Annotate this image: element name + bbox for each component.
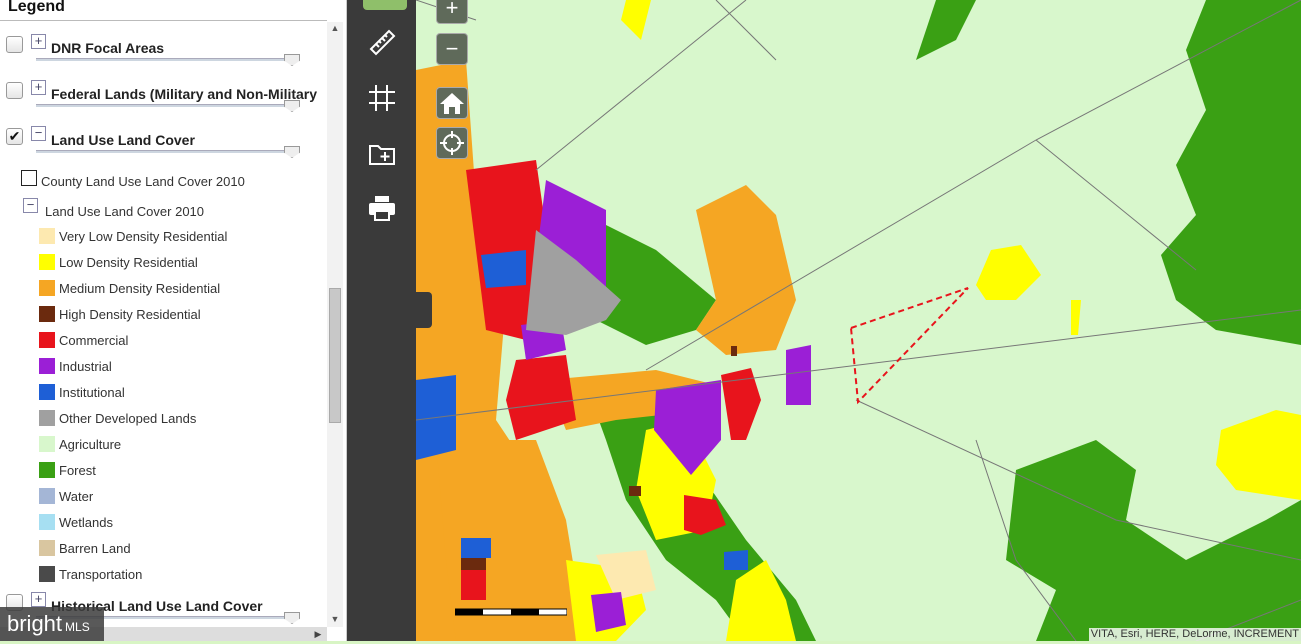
legend-class-label: Commercial (59, 333, 129, 348)
expand-icon[interactable]: + (31, 592, 46, 607)
expand-icon[interactable]: + (31, 80, 46, 95)
legend-class-label: Very Low Density Residential (59, 229, 228, 244)
legend-swatch (39, 410, 55, 426)
ruler-icon[interactable] (367, 27, 397, 57)
legend-swatch (39, 514, 55, 530)
county-lulc-swatch (21, 170, 37, 186)
legend-class-label: Institutional (59, 385, 125, 400)
legend-swatch (39, 228, 55, 244)
opacity-slider-thumb[interactable] (284, 146, 300, 158)
layer-checkbox[interactable] (6, 82, 23, 99)
legend-class-label: Agriculture (59, 437, 122, 452)
legend-swatch (39, 332, 55, 348)
zoom-in-button[interactable]: + (436, 0, 468, 24)
scroll-right-arrow-icon[interactable]: ▶ (312, 628, 324, 640)
legend-class-label: Barren Land (59, 541, 131, 556)
legend-class-label: Medium Density Residential (59, 281, 221, 296)
collapse-icon[interactable]: − (23, 198, 38, 213)
scroll-down-arrow-icon[interactable]: ▼ (329, 613, 341, 625)
layer-label: DNR Focal Areas (51, 40, 165, 56)
legend-swatch (39, 540, 55, 556)
legend-panel: Legend + DNR Focal Areas + Federal Lands… (0, 0, 347, 641)
layer-dnr-focal-areas: + DNR Focal Areas (0, 34, 327, 66)
collapse-icon[interactable]: − (31, 126, 46, 141)
expand-icon[interactable]: + (31, 34, 46, 49)
legend-title: Legend (8, 0, 65, 15)
locate-button[interactable] (436, 127, 468, 159)
scale-bar (454, 604, 568, 616)
legend-header-divider (0, 20, 327, 21)
legend-swatch (39, 384, 55, 400)
sublayer-county-lulc[interactable]: County Land Use Land Cover 2010 (41, 174, 245, 189)
folder-add-icon[interactable] (367, 138, 397, 168)
locate-icon (440, 131, 464, 155)
active-tool-button[interactable] (363, 0, 407, 10)
home-button[interactable] (436, 87, 468, 119)
legend-swatch (39, 436, 55, 452)
layer-federal-lands: + Federal Lands (Military and Non-Milita… (0, 80, 327, 112)
legend-class-label: Other Developed Lands (59, 411, 197, 426)
legend-swatch (39, 566, 55, 582)
grid-icon[interactable] (367, 83, 397, 113)
scroll-up-arrow-icon[interactable]: ▲ (329, 22, 341, 34)
layer-checkbox[interactable] (6, 36, 23, 53)
land-use-map (416, 0, 1301, 641)
opacity-slider[interactable] (36, 150, 300, 153)
layer-land-use-land-cover: ✔ − Land Use Land Cover (0, 126, 327, 158)
opacity-slider-thumb[interactable] (284, 100, 300, 112)
legend-class-label: Low Density Residential (59, 255, 198, 270)
legend-class-label: Industrial (59, 359, 112, 374)
opacity-slider-thumb[interactable] (284, 54, 300, 66)
legend-swatch (39, 280, 55, 296)
zoom-out-button[interactable]: − (436, 33, 468, 65)
legend-class-label: Forest (59, 463, 96, 478)
legend-class-label: High Density Residential (59, 307, 201, 322)
opacity-slider[interactable] (36, 104, 300, 107)
opacity-slider-thumb[interactable] (284, 612, 300, 624)
legend-swatch (39, 462, 55, 478)
legend-swatch (39, 306, 55, 322)
legend-class-label: Wetlands (59, 515, 113, 530)
home-icon (440, 93, 464, 114)
legend-class-label: Transportation (59, 567, 143, 582)
map-attribution[interactable]: VITA, Esri, HERE, DeLorme, INCREMENT (1088, 628, 1301, 641)
scrollbar-thumb[interactable] (329, 288, 341, 423)
legend-swatch (39, 488, 55, 504)
layer-label: Land Use Land Cover (51, 132, 195, 148)
sublayer-lulc-2010[interactable]: Land Use Land Cover 2010 (45, 204, 204, 219)
brand-logo: bright MLS (0, 607, 104, 641)
legend-swatch (39, 254, 55, 270)
map-canvas[interactable]: + − VITA, Esri, HERE, DeLorme, INCREMENT (416, 0, 1301, 641)
brand-suffix: MLS (65, 620, 90, 634)
legend-class-label: Water (59, 489, 94, 504)
print-icon[interactable] (367, 193, 397, 223)
legend-swatch (39, 358, 55, 374)
collapse-panel-tab[interactable] (416, 292, 432, 328)
tool-bar (347, 0, 700, 641)
brand-name: bright (7, 611, 63, 636)
layer-label: Federal Lands (Military and Non-Military (51, 86, 318, 102)
layer-checkbox-checked[interactable]: ✔ (6, 128, 23, 145)
opacity-slider[interactable] (36, 58, 300, 61)
